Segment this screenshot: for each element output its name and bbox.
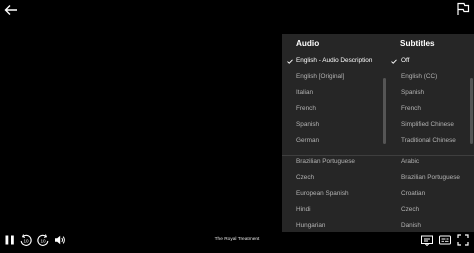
fullscreen-button[interactable]	[456, 233, 470, 247]
audio-option[interactable]: Brazilian Portuguese	[296, 158, 355, 165]
seek-back-button[interactable]: 10	[19, 233, 33, 247]
seek-forward-button[interactable]: 10	[36, 233, 50, 247]
volume-icon	[55, 235, 65, 245]
subtitle-option[interactable]: Spanish	[401, 89, 424, 96]
subtitle-option[interactable]: Arabic	[401, 158, 419, 165]
audio-option[interactable]: Italian	[296, 89, 313, 96]
audio-option[interactable]: French	[296, 105, 316, 112]
audio-heading: Audio	[296, 39, 320, 48]
audio-option[interactable]: English - Audio Description	[296, 57, 372, 64]
check-icon	[287, 58, 293, 64]
video-title: The Royal Treatment	[214, 237, 260, 242]
seek-forward-label: 10	[40, 239, 46, 244]
fullscreen-icon	[457, 234, 469, 246]
audio-option[interactable]: European Spanish	[296, 190, 349, 197]
report-problem-button[interactable]	[456, 2, 470, 16]
subtitle-option[interactable]: Off	[401, 57, 409, 64]
next-episode-button[interactable]	[420, 233, 434, 247]
flag-icon	[457, 2, 470, 15]
audio-column: Audio English - Audio Description English…	[282, 34, 386, 232]
audio-option[interactable]: Czech	[296, 174, 314, 181]
subtitle-option[interactable]: French	[401, 105, 421, 112]
audio-option[interactable]: Spanish	[296, 121, 319, 128]
subtitle-option[interactable]: Czech	[401, 206, 419, 213]
subtitles-scrollbar[interactable]	[470, 78, 473, 144]
subtitle-option[interactable]: Croatian	[401, 190, 425, 197]
subtitles-heading: Subtitles	[400, 39, 435, 48]
audio-option[interactable]: Hindi	[296, 206, 311, 213]
subtitle-option[interactable]: Simplified Chinese	[401, 121, 454, 128]
subtitle-option[interactable]: English (CC)	[401, 73, 437, 80]
seek-back-label: 10	[23, 239, 29, 244]
subtitle-option[interactable]: Brazilian Portuguese	[401, 174, 460, 181]
audio-option[interactable]: English [Original]	[296, 73, 344, 80]
pause-icon	[5, 235, 14, 245]
audio-subtitles-panel: Audio English - Audio Description English…	[282, 34, 474, 232]
back-button[interactable]	[4, 3, 18, 15]
list-divider	[282, 155, 474, 156]
subtitles-column: Subtitles Off English (CC) Spanish French Si…	[386, 34, 474, 232]
subtitles-button[interactable]	[438, 233, 452, 247]
subtitle-option[interactable]: Danish	[401, 222, 421, 229]
volume-button[interactable]	[53, 233, 67, 247]
subtitles-icon	[439, 235, 451, 245]
audio-option[interactable]: Hungarian	[296, 222, 326, 229]
audio-scrollbar[interactable]	[383, 78, 386, 144]
subtitle-option[interactable]: Traditional Chinese	[401, 137, 456, 144]
pause-button[interactable]	[3, 233, 17, 247]
arrow-left-icon	[4, 5, 17, 15]
forward-10-icon: 10	[37, 234, 49, 246]
next-episode-icon	[421, 235, 433, 247]
rewind-10-icon: 10	[20, 234, 32, 246]
audio-option[interactable]: German	[296, 137, 319, 144]
check-icon	[391, 58, 397, 64]
